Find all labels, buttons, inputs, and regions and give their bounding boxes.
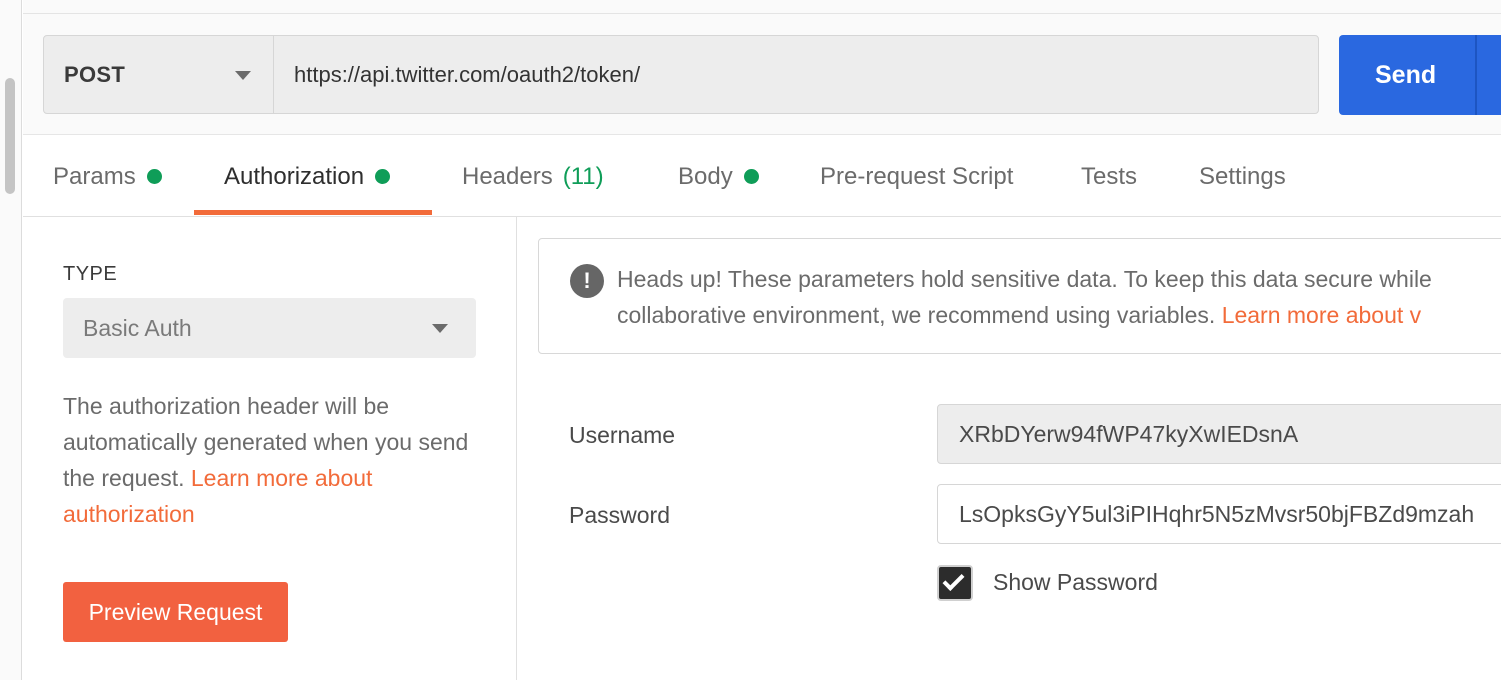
side-scroll-strip [0,0,22,680]
tab-label: Authorization [224,162,365,190]
divider [23,13,1501,14]
auth-type-select[interactable]: Basic Auth [63,298,476,358]
auth-type-panel: TYPE Basic Auth The authorization header… [23,217,517,680]
chevron-down-icon [432,324,448,333]
headers-count: (11) [562,162,604,190]
send-dropdown-divider [1475,35,1477,115]
username-input[interactable] [937,404,1501,464]
alert-line-1: Heads up! These parameters hold sensitiv… [617,266,1432,292]
tab-authorization[interactable]: Authorization [224,136,391,217]
tab-headers[interactable]: Headers (11) [462,136,604,217]
preview-request-button[interactable]: Preview Request [63,582,288,642]
status-dot-icon [743,169,759,184]
method-value: POST [64,61,126,87]
alert-line-2: collaborative environment, we recommend … [617,297,1501,333]
tab-params[interactable]: Params [53,136,162,217]
tab-body[interactable]: Body [678,136,759,217]
learn-more-variables-link[interactable]: Learn more about v [1222,302,1421,328]
tab-label: Params [53,162,136,190]
auth-description: The authorization header will be automat… [63,388,493,532]
tab-label: Tests [1081,162,1138,190]
checkmark-icon [942,569,965,591]
active-tab-indicator [194,210,432,215]
password-label: Password [569,502,670,528]
tab-settings[interactable]: Settings [1199,136,1286,217]
auth-type-value: Basic Auth [83,314,192,341]
status-dot-icon [375,169,391,184]
show-password-label[interactable]: Show Password [993,569,1158,596]
url-input[interactable] [273,35,1319,114]
type-label: TYPE [63,263,118,285]
chevron-down-icon [235,71,251,80]
tab-tests[interactable]: Tests [1081,136,1137,217]
status-dot-icon [146,169,162,184]
tab-label: Settings [1199,162,1286,190]
method-select[interactable]: POST [43,35,274,114]
postman-request-editor: POST Send Params Authorization Headers (… [0,0,1501,680]
password-input[interactable] [937,484,1501,544]
username-label: Username [569,422,676,448]
sensitive-data-alert: ! Heads up! These parameters hold sensit… [538,238,1501,354]
scrollbar-thumb[interactable] [5,78,15,194]
show-password-checkbox[interactable] [937,565,973,601]
alert-exclamation-icon: ! [570,264,604,298]
tab-pre-request-script[interactable]: Pre-request Script [820,136,1013,217]
tab-label: Body [678,162,733,190]
alert-text: Heads up! These parameters hold sensitiv… [617,261,1501,333]
alert-line-2-text: collaborative environment, we recommend … [617,302,1216,328]
tab-label: Pre-request Script [820,162,1014,190]
request-tabs: Params Authorization Headers (11) Body P… [23,136,1501,217]
tab-label: Headers [462,162,553,190]
